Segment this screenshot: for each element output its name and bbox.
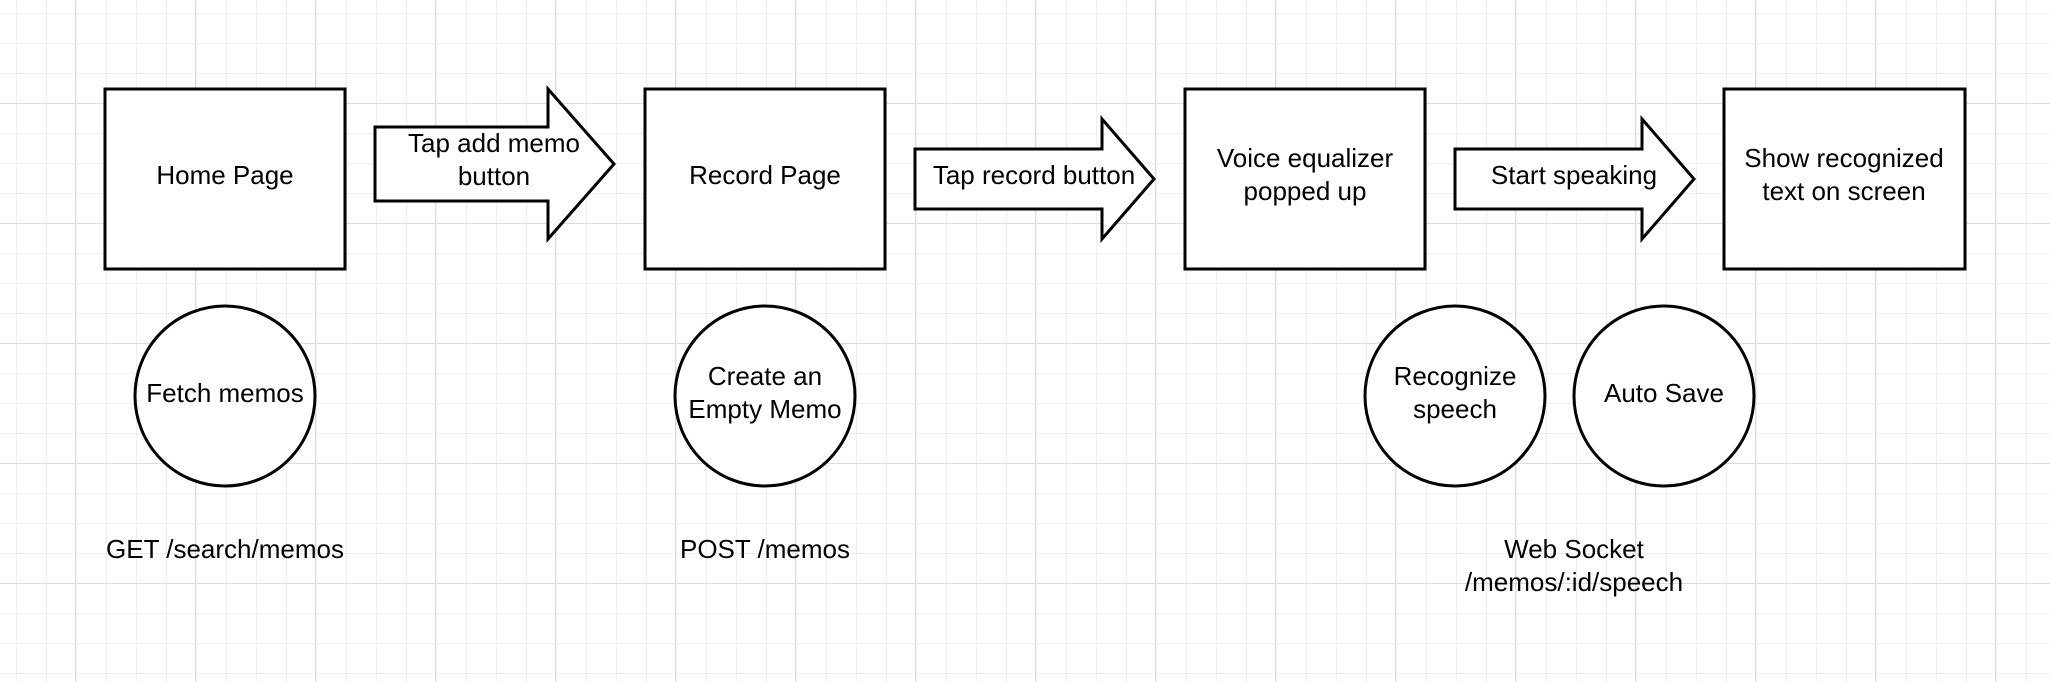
show-text-label-2: text on screen bbox=[1762, 176, 1925, 206]
create-memo-circle[interactable]: Create an Empty Memo bbox=[673, 304, 857, 488]
record-page-label: Record Page bbox=[689, 160, 841, 190]
create-memo-label-1: Create an bbox=[708, 361, 822, 391]
tap-add-memo-label-2: button bbox=[458, 161, 530, 191]
tap-add-memo-label-1: Tap add memo bbox=[408, 128, 580, 158]
post-endpoint-label[interactable]: POST /memos bbox=[680, 534, 850, 564]
recognize-speech-circle[interactable]: Recognize speech bbox=[1363, 304, 1547, 488]
flow-diagram: Home Page Record Page Voice equalizer po… bbox=[103, 85, 1967, 597]
diagram-canvas: Home Page Record Page Voice equalizer po… bbox=[0, 0, 2050, 682]
auto-save-circle[interactable]: Auto Save bbox=[1572, 304, 1756, 488]
recognize-speech-label-2: speech bbox=[1413, 394, 1497, 424]
fetch-memos-circle[interactable]: Fetch memos bbox=[133, 304, 317, 488]
auto-save-label: Auto Save bbox=[1604, 378, 1724, 408]
create-memo-label-2: Empty Memo bbox=[688, 394, 841, 424]
websocket-label-2[interactable]: /memos/:id/speech bbox=[1465, 567, 1683, 597]
start-speaking-arrow[interactable]: Start speaking bbox=[1453, 114, 1696, 244]
start-speaking-label: Start speaking bbox=[1491, 160, 1657, 190]
tap-record-arrow[interactable]: Tap record button bbox=[913, 114, 1156, 244]
recognize-speech-label-1: Recognize bbox=[1394, 361, 1517, 391]
tap-record-label: Tap record button bbox=[933, 160, 1135, 190]
voice-equalizer-label-1: Voice equalizer bbox=[1217, 143, 1394, 173]
record-page-box[interactable]: Record Page bbox=[643, 87, 887, 271]
home-page-box[interactable]: Home Page bbox=[103, 87, 347, 271]
home-page-label: Home Page bbox=[156, 160, 293, 190]
websocket-label-1[interactable]: Web Socket bbox=[1504, 534, 1644, 564]
show-text-box[interactable]: Show recognized text on screen bbox=[1722, 87, 1967, 271]
get-endpoint-label[interactable]: GET /search/memos bbox=[106, 534, 344, 564]
tap-add-memo-arrow[interactable]: Tap add memo button bbox=[373, 85, 616, 243]
show-text-label-1: Show recognized bbox=[1744, 143, 1943, 173]
fetch-memos-label: Fetch memos bbox=[146, 378, 304, 408]
voice-equalizer-label-2: popped up bbox=[1244, 176, 1367, 206]
voice-equalizer-box[interactable]: Voice equalizer popped up bbox=[1183, 87, 1427, 271]
